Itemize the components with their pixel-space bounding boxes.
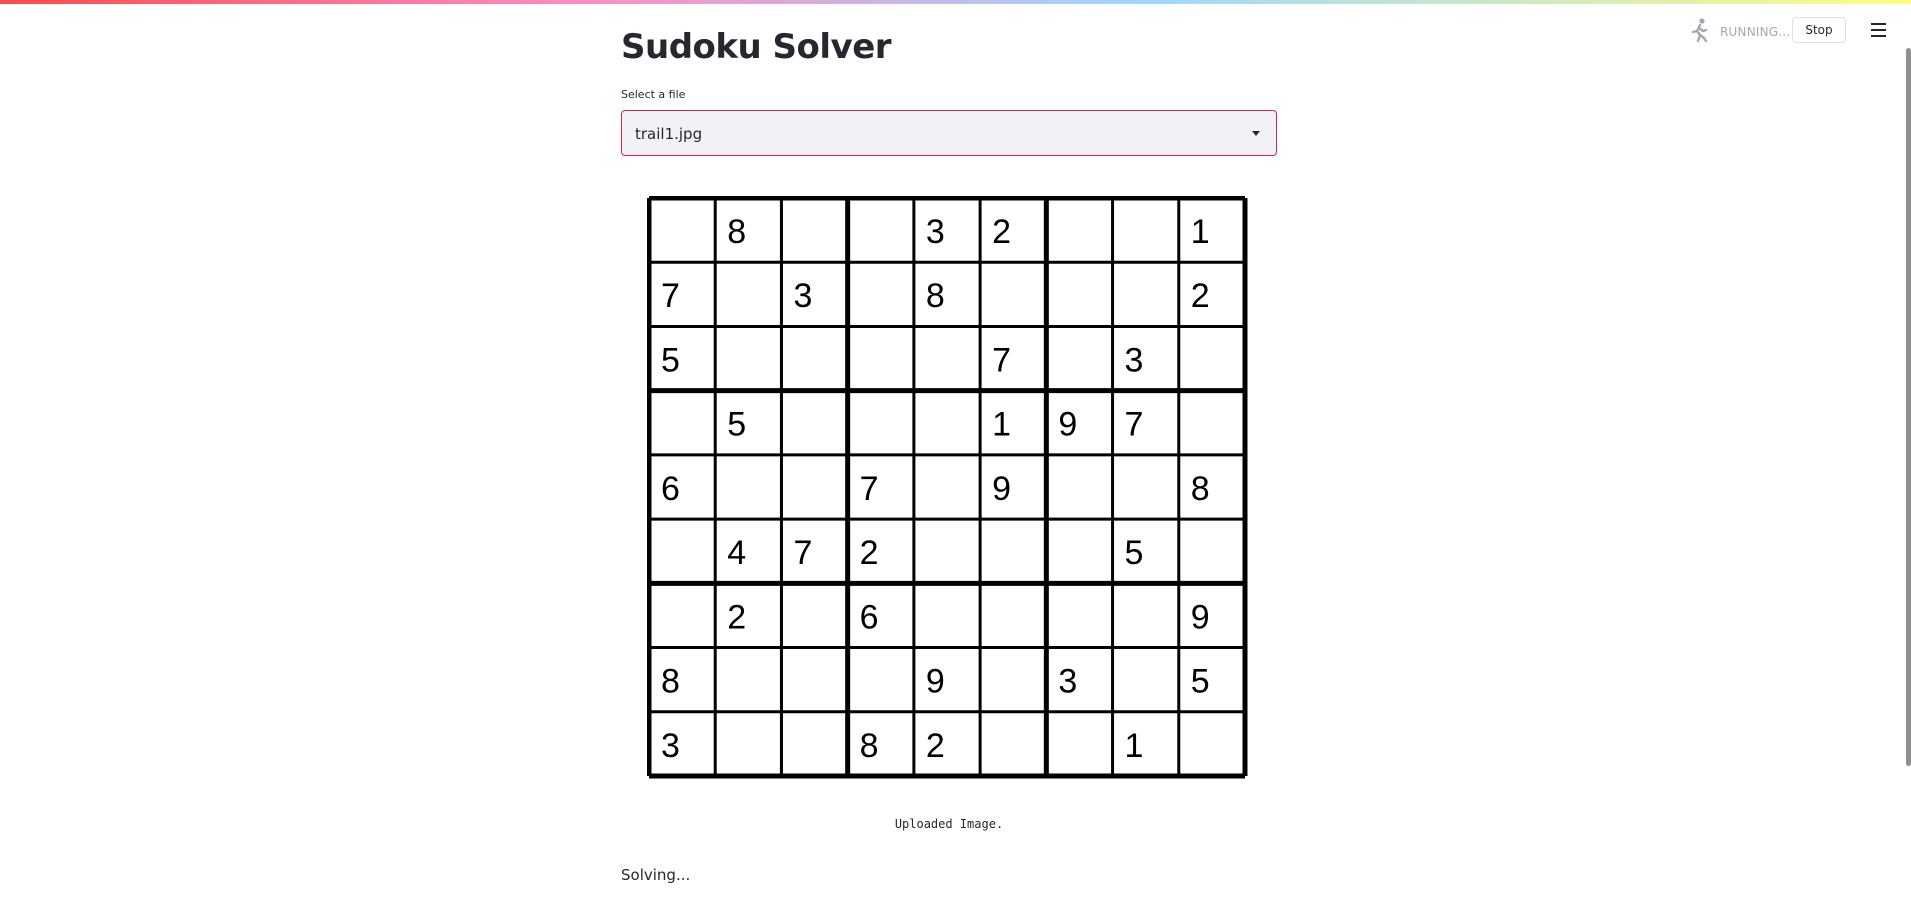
sudoku-cell-digit: 4 xyxy=(727,534,746,572)
sudoku-cell-digit: 6 xyxy=(661,470,680,508)
sudoku-cell-digit: 2 xyxy=(992,213,1011,251)
sudoku-cell-digit: 7 xyxy=(1125,406,1144,444)
stop-button[interactable]: Stop xyxy=(1792,17,1846,43)
solving-status-message: Solving... xyxy=(621,866,691,884)
file-select-value: trail1.jpg xyxy=(635,125,703,143)
sudoku-cell-digit: 1 xyxy=(1125,727,1144,765)
sudoku-cell-digit: 8 xyxy=(926,277,945,315)
sudoku-cell-digit: 3 xyxy=(661,727,680,765)
sudoku-cell-digit: 8 xyxy=(860,727,879,765)
running-person-icon xyxy=(1689,17,1711,43)
sudoku-cell-digit: 2 xyxy=(1191,277,1210,315)
sudoku-cell-digit: 8 xyxy=(661,663,680,701)
sudoku-cell-digit: 7 xyxy=(992,341,1011,379)
scrollbar[interactable] xyxy=(1906,48,1911,766)
sudoku-cell-digit: 8 xyxy=(727,213,746,251)
sudoku-cell-digit: 3 xyxy=(1058,663,1077,701)
sudoku-cell-digit: 2 xyxy=(727,598,746,636)
sudoku-cell-digit: 7 xyxy=(860,470,879,508)
sudoku-cell-digit: 6 xyxy=(860,598,879,636)
sudoku-cell-digit: 1 xyxy=(992,406,1011,444)
chevron-down-icon xyxy=(1252,131,1260,136)
sudoku-cell-digit: 7 xyxy=(793,534,812,572)
running-status: RUNNING... xyxy=(1720,25,1791,39)
sudoku-cell-digit: 5 xyxy=(661,341,680,379)
sudoku-cell-digit: 2 xyxy=(860,534,879,572)
sudoku-cell-digit: 7 xyxy=(661,277,680,315)
sudoku-cell-digit: 1 xyxy=(1191,213,1210,251)
sudoku-cell-digit: 9 xyxy=(1191,598,1210,636)
sudoku-cell-digit: 5 xyxy=(1191,663,1210,701)
sudoku-cell-digit: 9 xyxy=(1058,406,1077,444)
file-select-label: Select a file xyxy=(621,88,686,101)
sudoku-cell-digit: 3 xyxy=(793,277,812,315)
sudoku-cell-digit: 3 xyxy=(1125,341,1144,379)
sudoku-cell-digit: 8 xyxy=(1191,470,1210,508)
sudoku-cell-digit: 9 xyxy=(926,663,945,701)
image-caption: Uploaded Image. xyxy=(894,817,1004,831)
sudoku-cell-digit: 3 xyxy=(926,213,945,251)
uploaded-sudoku-image: 8 3 2 1 7 3 8 2 5 7 3 5 1 9 7 6 7 9 8 4 7 2 5 2 6 9 8 9 3 5 3 8 2 1 xyxy=(647,196,1248,779)
sudoku-cell-digit: 2 xyxy=(926,727,945,765)
sudoku-cell-digit: 9 xyxy=(992,470,1011,508)
sudoku-cell-digit: 5 xyxy=(1125,534,1144,572)
page-title: Sudoku Solver xyxy=(621,27,892,67)
hamburger-menu-icon[interactable] xyxy=(1868,20,1890,40)
sudoku-cell-digit: 5 xyxy=(727,406,746,444)
file-select-dropdown[interactable]: trail1.jpg xyxy=(621,110,1277,156)
top-decoration-bar xyxy=(0,0,1911,4)
